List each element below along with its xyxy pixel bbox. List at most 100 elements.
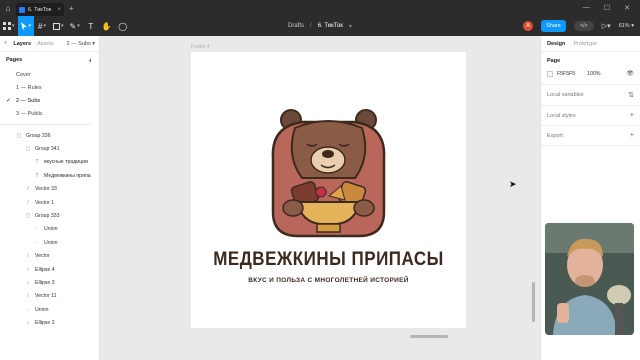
zoom-level[interactable]: 61% ▾ [619, 23, 634, 29]
figma-window: ⌂ 6. ТикТок × + — ☐ ✕ ▾ ▾ # ▾ ▾ ✎ ▾ T ✋ ◯ … [0, 0, 640, 360]
page-item-label: 2 — Subs [16, 97, 41, 104]
pen-tool-icon[interactable]: ✎ ▾ [67, 16, 83, 36]
breadcrumb: Drafts / 6. ТикТок ▾ [288, 16, 352, 36]
layer-row[interactable]: #Frame 3 [91, 52, 99, 328]
vertical-scrollbar[interactable] [532, 282, 535, 322]
bear-logo-illustration[interactable] [263, 108, 394, 242]
color-swatch[interactable] [547, 70, 553, 77]
home-icon[interactable]: ⌂ [0, 0, 16, 16]
layer-row[interactable]: ▢ Group 341 [0, 142, 99, 155]
layer-label: Group 341 [35, 146, 60, 153]
page-item-label: 1 — Rules [16, 84, 42, 91]
layer-label: Union [44, 226, 58, 233]
page-item[interactable]: Cover [0, 68, 99, 81]
horizontal-scrollbar[interactable] [410, 335, 448, 338]
frame[interactable]: МЕДВЕЖКИНЫ ПРИПАСЫ ВКУС И ПОЛЬЗА С МНОГО… [191, 52, 466, 328]
layer-label: Ellipse 4 [35, 266, 55, 273]
divider [0, 124, 99, 125]
text-tool-icon[interactable]: T [83, 16, 99, 36]
eye-icon[interactable]: 👁 [626, 70, 634, 77]
dev-mode-toggle[interactable]: </> [573, 21, 594, 31]
layer-type-icon: ▢ [25, 146, 31, 153]
layer-label: Union [35, 306, 49, 313]
figma-file-icon [19, 6, 25, 13]
webcam-overlay [545, 223, 634, 335]
figma-toolbar: ▾ ▾ # ▾ ▾ ✎ ▾ T ✋ ◯ Drafts / 6. ТикТок ▾ A… [0, 16, 640, 36]
layer-type-icon: T [35, 172, 39, 179]
file-name[interactable]: 6. ТикТок [318, 23, 343, 29]
chevron-down-icon[interactable]: ▾ [349, 23, 352, 30]
tab-assets[interactable]: Assets [37, 41, 54, 47]
layer-row[interactable]: ◌ Union [0, 223, 99, 236]
layer-label: Медвежкины припа... [44, 172, 95, 179]
add-style-icon[interactable]: + [630, 112, 634, 119]
tab-prototype[interactable]: Prototype [573, 41, 597, 47]
move-tool-icon[interactable]: ▾ [17, 16, 35, 36]
search-icon[interactable]: ⌕ [4, 40, 7, 47]
layer-row[interactable]: ◌ Union [0, 236, 99, 249]
share-button[interactable]: Share [541, 20, 566, 32]
main-menu-icon[interactable]: ▾ [0, 16, 18, 36]
close-tab-icon[interactable]: × [57, 7, 61, 13]
layer-row[interactable]: T Медвежкины припа... [0, 169, 99, 182]
logo-title-text[interactable]: МЕДВЕЖКИНЫ ПРИПАСЫ [191, 248, 466, 271]
layer-row[interactable]: Tвкусные традиции [0, 156, 99, 169]
layer-row[interactable]: ○ Ellipse 3 [0, 276, 99, 289]
close-window-button[interactable]: ✕ [624, 4, 630, 12]
layer-row[interactable]: / Vector 1 [0, 196, 99, 209]
page-selector-label: 2 — Subs [66, 40, 91, 47]
canvas[interactable]: Frame 4 МЕДВЕЖКИНЫ ПРИПАСЫ ВКУС И ПОЛЬЗА… [100, 36, 540, 360]
add-export-icon[interactable]: + [630, 132, 634, 139]
frame-label[interactable]: Frame 4 [191, 44, 210, 50]
page-section-header: Page [541, 52, 640, 70]
minimize-button[interactable]: — [583, 4, 590, 12]
layer-row[interactable]: ○ Ellipse 4 [0, 263, 99, 276]
local-variables-row[interactable]: Local variables ⇅ [541, 85, 640, 106]
logo-subtitle-text[interactable]: ВКУС И ПОЛЬЗА С МНОГОЛЕТНЕЙ ИСТОРИЕЙ [191, 277, 466, 284]
variables-settings-icon[interactable]: ⇅ [628, 91, 634, 99]
page-item[interactable]: ✓ 2 — Subs [0, 94, 99, 107]
page-fill-hex[interactable]: F5F5F5 [557, 71, 575, 77]
page-item[interactable]: 3 — Public [0, 107, 99, 120]
pages-list: Cover 1 — Rules ✓ 2 — Subs 3 — Public [0, 68, 99, 120]
page-fill-opacity[interactable]: 100% [587, 71, 600, 77]
layer-row[interactable]: ○ Ellipse 2 [0, 316, 99, 329]
checkmark-icon: ✓ [6, 98, 12, 104]
export-label: Export [547, 132, 563, 139]
layer-type-icon: T [35, 159, 39, 166]
layer-row[interactable]: / Vector [0, 250, 99, 263]
maximize-button[interactable]: ☐ [604, 4, 610, 12]
layer-row[interactable]: ◌ Union [0, 303, 99, 316]
export-row[interactable]: Export + [541, 126, 640, 146]
tab-layers[interactable]: Layers [13, 41, 31, 47]
avatar[interactable]: A [523, 21, 534, 31]
present-icon[interactable]: ▷▾ [602, 22, 611, 30]
frame-tool-icon[interactable]: # ▾ [34, 16, 50, 36]
layer-label: Group 333 [35, 213, 60, 220]
layer-label: Vector [35, 253, 50, 260]
layer-row[interactable]: ▢ Group 336 [0, 129, 99, 142]
page-item[interactable]: 1 — Rules [0, 81, 99, 94]
right-panel-tabs: Design Prototype [541, 36, 640, 52]
page-selector[interactable]: 2 — Subs ▾ [67, 41, 99, 47]
new-tab-button[interactable]: + [69, 4, 74, 13]
layer-label: Ellipse 2 [35, 320, 55, 327]
layer-label: вкусные традиции [44, 159, 88, 166]
hand-tool-icon[interactable]: ✋ [99, 16, 115, 36]
layer-type-icon: ▢ [16, 132, 22, 139]
shape-tool-icon[interactable]: ▾ [50, 16, 67, 36]
pages-header: Pages + [0, 52, 99, 68]
browser-tab[interactable]: 6. ТикТок × [16, 3, 64, 16]
page-fill-row[interactable]: F5F5F5 100% 👁 [541, 70, 640, 85]
page-heading: Page [547, 58, 561, 64]
layer-row[interactable]: / Vector 11 [0, 290, 99, 303]
breadcrumb-folder[interactable]: Drafts [288, 23, 304, 29]
window-controls: — ☐ ✕ [583, 4, 640, 12]
local-styles-row[interactable]: Local styles + [541, 106, 640, 126]
layer-row[interactable]: / Vector 33 [0, 183, 99, 196]
comment-tool-icon[interactable]: ◯ [115, 16, 131, 36]
layer-row[interactable]: ▢ Group 333 [0, 209, 99, 222]
layer-type-icon: ▢ [25, 213, 31, 220]
tab-design[interactable]: Design [547, 41, 565, 47]
left-panel: ⌕ Layers Assets 2 — Subs ▾ Pages + Cover… [0, 36, 100, 360]
